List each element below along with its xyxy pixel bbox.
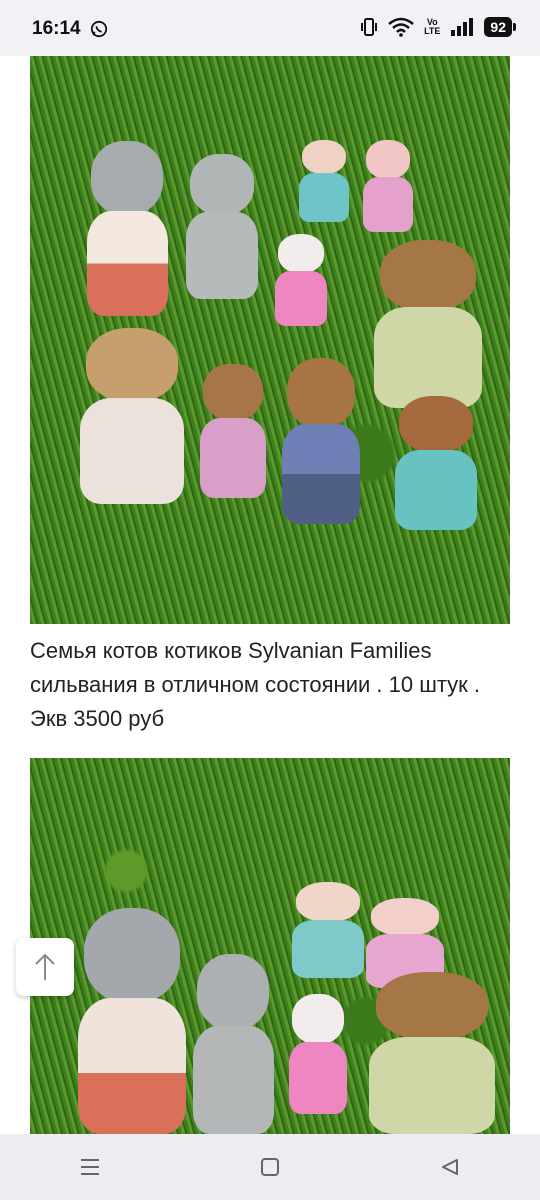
battery-level: 92 <box>484 17 516 37</box>
post-photo-1[interactable] <box>30 56 510 624</box>
toy-gray-cat-mother <box>182 154 262 299</box>
toy-gray-cat-mother-back <box>188 954 278 1134</box>
toy-baby-cat-pink <box>360 140 416 232</box>
nav-recents-button[interactable] <box>70 1147 110 1187</box>
toy-baby-cat-blue-back <box>288 882 368 978</box>
toy-gray-cat-father-back <box>72 908 192 1134</box>
post-photo-2[interactable] <box>30 758 510 1134</box>
status-bar: 16:14 Vo LTE 92 <box>0 0 540 56</box>
toy-brown-cat-green-dress <box>368 240 488 408</box>
toy-brown-cat-floral <box>390 396 482 530</box>
status-time: 16:14 <box>32 18 81 39</box>
arrow-up-icon <box>35 953 55 980</box>
post-caption: Семья котов котиков Sylvanian Families с… <box>30 638 481 731</box>
scroll-to-top-button[interactable] <box>16 938 74 996</box>
toy-brown-cat-apron <box>74 328 190 504</box>
menu-lines-icon <box>81 1159 99 1175</box>
toy-baby-cat-blue <box>296 140 352 222</box>
toy-brown-cat-back <box>362 972 502 1134</box>
nav-back-button[interactable] <box>430 1147 470 1187</box>
toy-brown-cat-plaid <box>278 358 364 524</box>
status-indicators: Vo LTE 92 <box>360 17 516 37</box>
vibrate-icon <box>361 18 378 36</box>
whatsapp-icon <box>90 20 108 38</box>
square-icon <box>261 1158 279 1176</box>
volte-line2: LTE <box>424 26 441 36</box>
toy-gray-cat-father <box>82 141 172 316</box>
volte-indicator: Vo LTE <box>424 18 440 36</box>
nav-home-button[interactable] <box>250 1147 290 1187</box>
signal-icon <box>451 18 474 36</box>
toy-white-kitten-back <box>286 994 350 1114</box>
toy-white-kitten <box>272 234 330 326</box>
system-navigation-bar <box>0 1134 540 1200</box>
wifi-icon <box>388 17 414 37</box>
toy-brown-cat-pink <box>196 364 270 498</box>
triangle-back-icon <box>442 1159 458 1175</box>
